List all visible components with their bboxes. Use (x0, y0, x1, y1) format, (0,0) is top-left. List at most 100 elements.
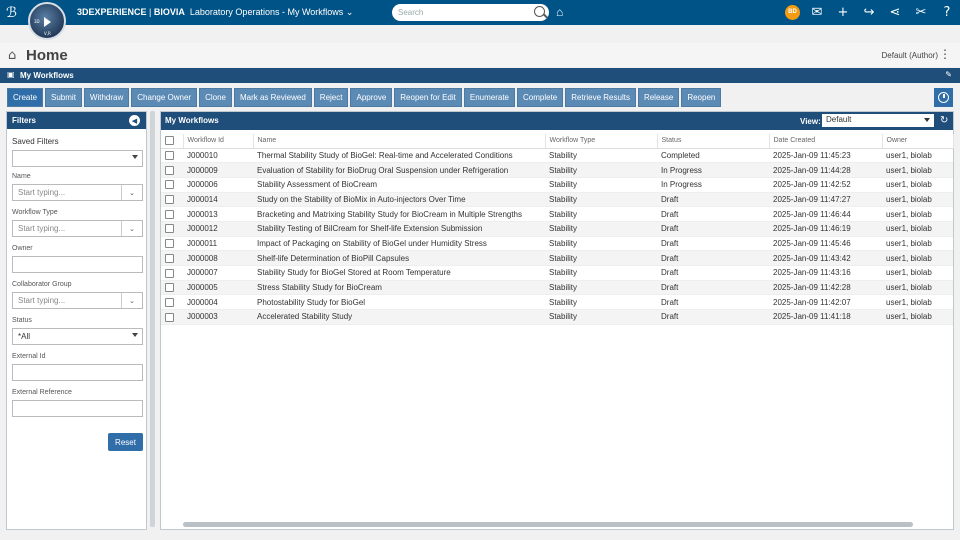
clone-button[interactable]: Clone (199, 88, 232, 107)
cell-workflow-type: Stability (545, 294, 657, 311)
row-checkbox[interactable] (165, 283, 174, 293)
panel-splitter[interactable] (150, 111, 155, 527)
chevron-down-icon[interactable]: ⌄ (121, 185, 142, 200)
cell-workflow-id[interactable]: J000013 (183, 206, 253, 222)
home-icon[interactable]: ⌂ (8, 48, 16, 63)
row-checkbox[interactable] (165, 224, 174, 234)
release-button[interactable]: Release (637, 88, 680, 107)
change-owner-button[interactable]: Change Owner (131, 88, 198, 107)
submit-button[interactable]: Submit (45, 88, 82, 107)
create-button[interactable]: Create (7, 88, 44, 107)
complete-button[interactable]: Complete (517, 88, 564, 107)
row-checkbox[interactable] (165, 268, 174, 278)
app-brand[interactable]: 3DEXPERIENCE | BIOVIA Laboratory Operati… (77, 7, 353, 18)
table-row[interactable]: J000011 Impact of Packaging on Stability … (161, 236, 953, 252)
search-icon[interactable] (534, 6, 545, 17)
ds-logo-icon: ℬ (6, 5, 18, 21)
table-row[interactable]: J000012 Stability Testing of BilCream for… (161, 221, 953, 237)
row-checkbox[interactable] (165, 239, 174, 249)
cell-workflow-id[interactable]: J000008 (183, 250, 253, 266)
share-icon[interactable]: ↪ (860, 3, 878, 21)
reset-button[interactable]: Reset (108, 433, 143, 451)
row-checkbox[interactable] (165, 253, 174, 263)
enumerate-button[interactable]: Enumerate (463, 88, 516, 107)
retrieve-results-button[interactable]: Retrieve Results (565, 88, 636, 107)
table-row[interactable]: J000004 Photostability Study for BioGel St… (161, 294, 953, 311)
select-all-checkbox[interactable] (165, 136, 174, 146)
help-icon[interactable]: ? (938, 3, 956, 21)
table-row[interactable]: J000008 Shelf-life Determination of BioPi… (161, 250, 953, 266)
status-select[interactable]: *All (12, 328, 143, 345)
row-checkbox[interactable] (165, 209, 174, 219)
column-header-workflow-type[interactable]: Workflow Type (545, 134, 658, 149)
column-header-owner[interactable]: Owner (882, 134, 954, 149)
collaborator-group-field[interactable]: ⌄ (12, 292, 143, 309)
workflow-type-field[interactable]: ⌄ (12, 220, 143, 237)
reopen-button[interactable]: Reopen (681, 88, 722, 107)
cell-workflow-id[interactable]: J000006 (183, 177, 253, 193)
message-icon[interactable]: ✉ (808, 3, 826, 21)
pin-icon[interactable]: ✎ (945, 70, 952, 79)
reject-button[interactable]: Reject (313, 88, 349, 107)
cell-workflow-id[interactable]: J000012 (183, 221, 253, 237)
external-id-input[interactable] (13, 365, 142, 380)
cell-workflow-id[interactable]: J000004 (183, 294, 253, 311)
avatar[interactable]: BD (785, 4, 800, 20)
cell-workflow-id[interactable]: J000014 (183, 192, 253, 208)
cell-workflow-id[interactable]: J000003 (183, 309, 253, 325)
table-row[interactable]: J000009 Evaluation of Stability for BioDr… (161, 162, 953, 178)
table-row[interactable]: J000010 Thermal Stability Study of BioGel… (161, 148, 953, 164)
history-button[interactable] (934, 88, 953, 107)
cell-workflow-id[interactable]: J000005 (183, 280, 253, 296)
table-row[interactable]: J000013 Bracketing and Matrixing Stabilit… (161, 206, 953, 222)
cell-workflow-id[interactable]: J000011 (183, 236, 253, 252)
cell-name: Photostability Study for BioGel (253, 294, 545, 311)
table-row[interactable]: J000003 Accelerated Stability Study Stabil… (161, 309, 953, 325)
search-box[interactable] (392, 4, 549, 21)
add-icon[interactable]: + (834, 3, 852, 21)
cell-workflow-id[interactable]: J000007 (183, 265, 253, 281)
network-icon[interactable]: ⋖ (886, 3, 904, 21)
column-header-status[interactable]: Status (657, 134, 770, 149)
reopen-for-edit-button[interactable]: Reopen for Edit (394, 88, 462, 107)
chevron-left-icon[interactable]: ◀ (129, 115, 140, 126)
row-checkbox[interactable] (165, 151, 174, 161)
chevron-down-icon[interactable]: ⌄ (346, 7, 354, 17)
row-checkbox[interactable] (165, 165, 174, 175)
view-select[interactable]: Default (822, 114, 934, 127)
cell-workflow-id[interactable]: J000009 (183, 162, 253, 178)
row-checkbox[interactable] (165, 297, 174, 307)
column-header-workflow-id[interactable]: Workflow Id (183, 134, 254, 149)
saved-filters-select[interactable] (12, 150, 143, 167)
approve-button[interactable]: Approve (350, 88, 393, 107)
tools-icon[interactable]: ✂ (912, 3, 930, 21)
chevron-down-icon[interactable]: ⌄ (121, 293, 142, 308)
refresh-icon[interactable]: ↻ (940, 115, 948, 126)
owner-field[interactable] (12, 256, 143, 273)
row-checkbox[interactable] (165, 195, 174, 205)
table-row[interactable]: J000007 Stability Study for BioGel Stored… (161, 265, 953, 281)
more-options-icon[interactable]: ⋮ (939, 48, 951, 60)
compass-icon[interactable]: 3D V,R (28, 2, 66, 40)
cell-workflow-id[interactable]: J000010 (183, 148, 253, 164)
column-header-name[interactable]: Name (253, 134, 546, 149)
withdraw-button[interactable]: Withdraw (83, 88, 130, 107)
column-header-date-created[interactable]: Date Created (769, 134, 883, 149)
chevron-down-icon[interactable]: ⌄ (121, 221, 142, 236)
row-checkbox[interactable] (165, 180, 174, 190)
mark-as-reviewed-button[interactable]: Mark as Reviewed (233, 88, 312, 107)
external-id-field[interactable] (12, 364, 143, 381)
name-field[interactable]: ⌄ (12, 184, 143, 201)
table-row[interactable]: J000005 Stress Stability Study for BioCre… (161, 280, 953, 296)
search-input[interactable] (398, 6, 528, 19)
table-row[interactable]: J000006 Stability Assessment of BioCream S… (161, 177, 953, 193)
row-checkbox[interactable] (165, 312, 174, 322)
external-reference-field[interactable] (12, 400, 143, 417)
owner-input[interactable] (13, 257, 142, 272)
cell-status: In Progress (657, 162, 769, 178)
tag-icon[interactable]: ⌂ (556, 5, 563, 19)
external-reference-input[interactable] (13, 401, 142, 416)
horizontal-scrollbar[interactable] (183, 522, 913, 527)
role-selector[interactable]: Default (Author) (882, 51, 938, 60)
table-row[interactable]: J000014 Study on the Stability of BioMix … (161, 192, 953, 208)
